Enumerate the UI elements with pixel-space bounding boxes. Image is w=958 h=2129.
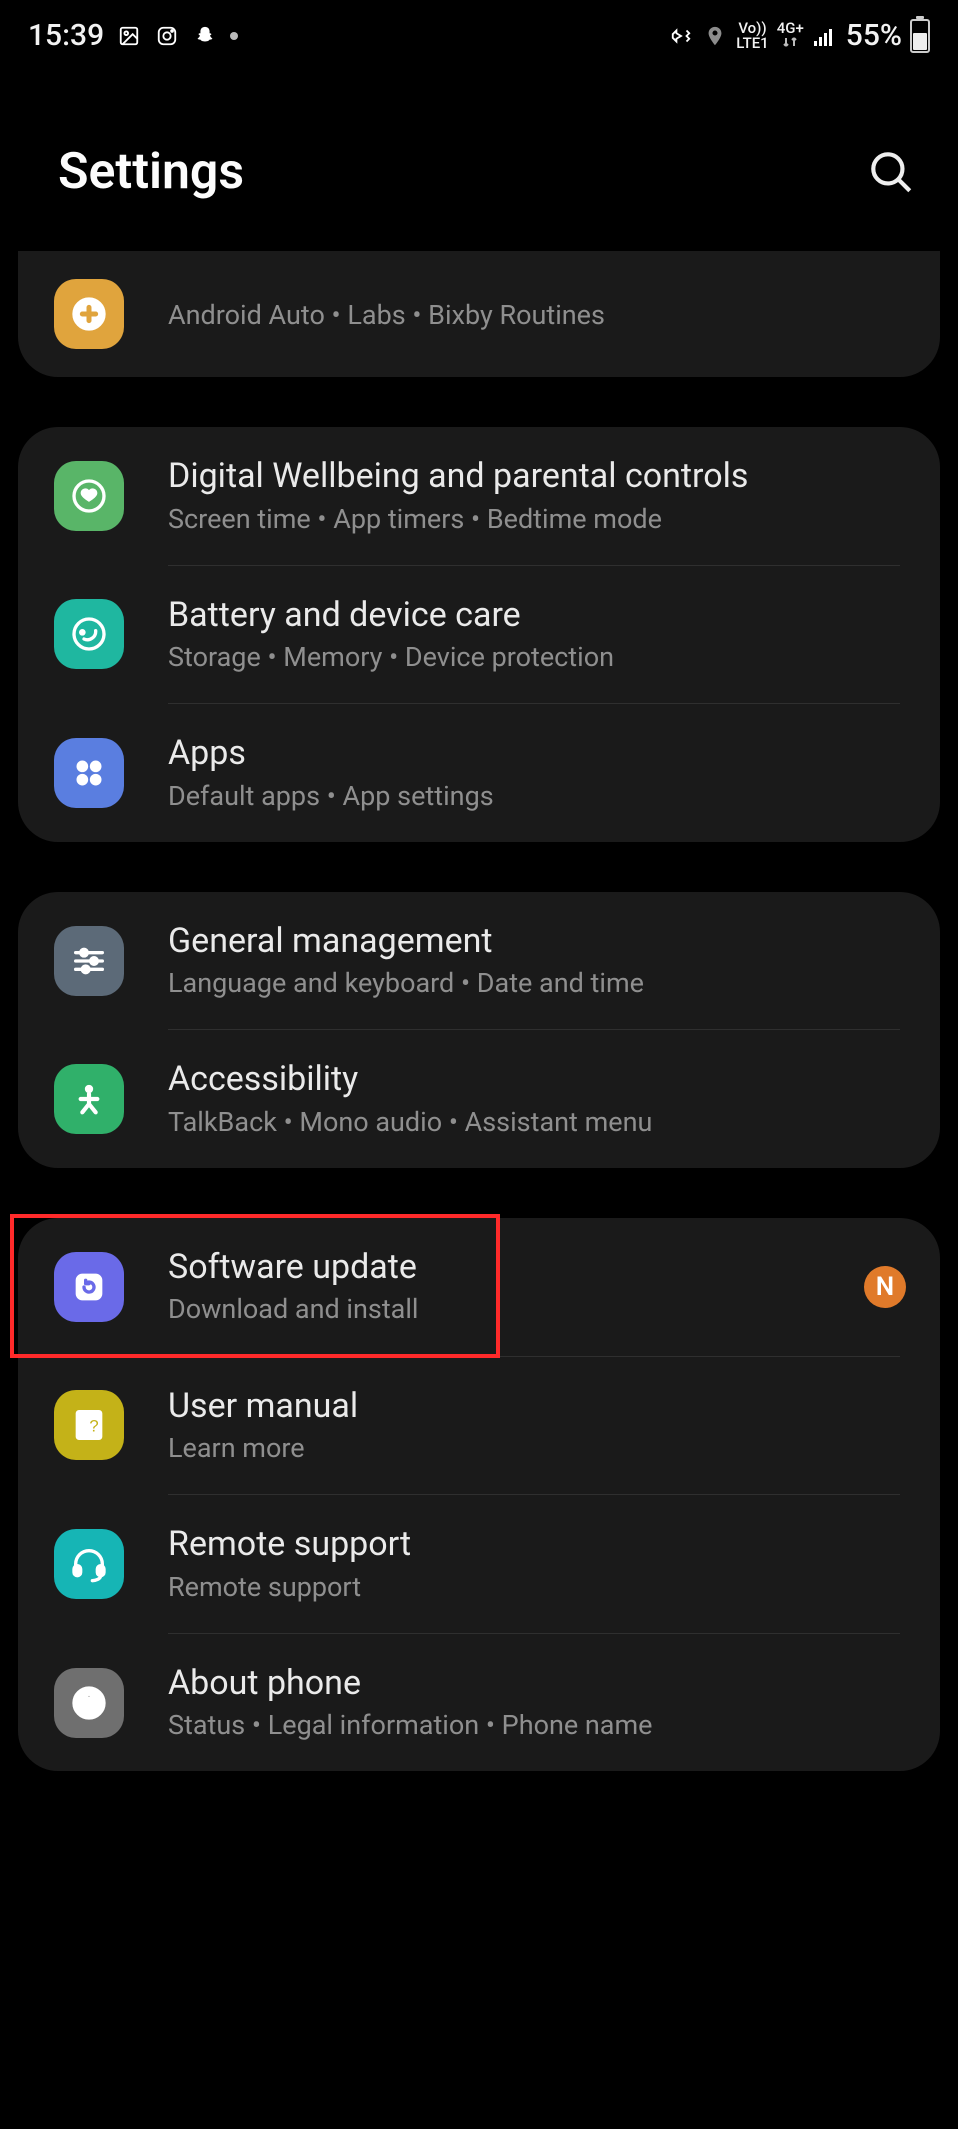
item-subtitle: Storage • Memory • Device protection	[168, 640, 906, 675]
settings-item-battery-device-care[interactable]: Battery and device careStorage • Memory …	[18, 566, 940, 704]
item-title: Apps	[168, 732, 906, 775]
page-header: Settings	[0, 63, 958, 251]
settings-item-digital-wellbeing[interactable]: Digital Wellbeing and parental controls S…	[18, 427, 940, 565]
instagram-icon	[154, 23, 180, 49]
item-texts: User manualLearn more	[168, 1385, 906, 1467]
item-texts: About phoneStatus • Legal information • …	[168, 1662, 906, 1744]
vibrate-icon	[668, 23, 694, 49]
item-subtitle: Android Auto • Labs • Bixby Routines	[168, 298, 906, 333]
new-badge: N	[864, 1266, 906, 1308]
settings-group: Android Auto • Labs • Bixby Routines	[18, 251, 940, 377]
item-subtitle: Status • Legal information • Phone name	[168, 1708, 906, 1743]
item-title: Battery and device care	[168, 594, 906, 637]
item-title: Software update	[168, 1246, 852, 1289]
settings-list[interactable]: Android Auto • Labs • Bixby Routines Digi…	[0, 251, 958, 1771]
item-title: Accessibility	[168, 1058, 906, 1101]
item-title: Digital Wellbeing and parental controls	[168, 455, 906, 498]
snapchat-icon	[192, 23, 218, 49]
plus-icon	[54, 279, 124, 349]
data-type-indicator: 4G+	[777, 21, 804, 51]
item-subtitle: Language and keyboard • Date and time	[168, 966, 906, 1001]
settings-group: General managementLanguage and keyboard …	[18, 892, 940, 1168]
item-texts: Digital Wellbeing and parental controls S…	[168, 455, 906, 537]
item-subtitle: Screen time • App timers • Bedtime mode	[168, 502, 906, 537]
more-notifications-dot	[230, 32, 238, 40]
settings-item-remote-support[interactable]: Remote support Remote support	[18, 1495, 940, 1633]
search-button[interactable]	[866, 147, 916, 197]
status-time: 15:39	[28, 18, 104, 53]
settings-item-advanced-features[interactable]: Android Auto • Labs • Bixby Routines	[18, 251, 940, 377]
item-texts: Battery and device careStorage • Memory …	[168, 594, 906, 676]
settings-group: Software updateDownload and install N? Use…	[18, 1218, 940, 1771]
item-title: General management	[168, 920, 906, 963]
settings-item-software-update[interactable]: Software updateDownload and install N	[18, 1218, 940, 1356]
svg-text:?: ?	[89, 1417, 98, 1436]
item-texts: Remote support Remote support	[168, 1523, 906, 1605]
item-subtitle: Default apps • App settings	[168, 779, 906, 814]
item-title: Remote support	[168, 1523, 906, 1566]
settings-item-apps[interactable]: Apps Default apps • App settings	[18, 704, 940, 842]
item-texts: Android Auto • Labs • Bixby Routines	[168, 294, 906, 333]
gallery-icon	[116, 23, 142, 49]
update-icon	[54, 1252, 124, 1322]
apps-icon	[54, 738, 124, 808]
settings-item-user-manual[interactable]: ? User manualLearn more	[18, 1357, 940, 1495]
page-title: Settings	[58, 143, 244, 201]
item-subtitle: Remote support	[168, 1570, 906, 1605]
status-right: Vo))LTE1 4G+ 55%	[668, 18, 930, 53]
item-texts: Accessibility TalkBack • Mono audio • Ass…	[168, 1058, 906, 1140]
item-subtitle: TalkBack • Mono audio • Assistant menu	[168, 1105, 906, 1140]
battery-percentage: 55%	[846, 18, 902, 53]
settings-item-about-phone[interactable]: About phoneStatus • Legal information • …	[18, 1634, 940, 1772]
info-icon	[54, 1668, 124, 1738]
item-texts: Apps Default apps • App settings	[168, 732, 906, 814]
item-subtitle: Learn more	[168, 1431, 906, 1466]
item-title: About phone	[168, 1662, 906, 1705]
status-bar: 15:39 Vo))LTE1 4G+ 55%	[0, 0, 958, 63]
settings-group: Digital Wellbeing and parental controls S…	[18, 427, 940, 842]
search-icon	[866, 147, 916, 197]
volte-indicator: Vo))LTE1	[736, 21, 768, 51]
status-left: 15:39	[28, 18, 238, 53]
item-subtitle: Download and install	[168, 1292, 852, 1327]
care-icon	[54, 599, 124, 669]
signal-icon	[812, 23, 838, 49]
settings-item-general-management[interactable]: General managementLanguage and keyboard …	[18, 892, 940, 1030]
person-icon	[54, 1064, 124, 1134]
item-texts: General managementLanguage and keyboard …	[168, 920, 906, 1002]
wellbeing-icon	[54, 461, 124, 531]
battery-icon	[910, 19, 930, 53]
item-texts: Software updateDownload and install	[168, 1246, 852, 1328]
settings-item-accessibility[interactable]: Accessibility TalkBack • Mono audio • Ass…	[18, 1030, 940, 1168]
manual-icon: ?	[54, 1390, 124, 1460]
item-title: User manual	[168, 1385, 906, 1428]
headset-icon	[54, 1529, 124, 1599]
sliders-icon	[54, 926, 124, 996]
location-icon	[702, 23, 728, 49]
